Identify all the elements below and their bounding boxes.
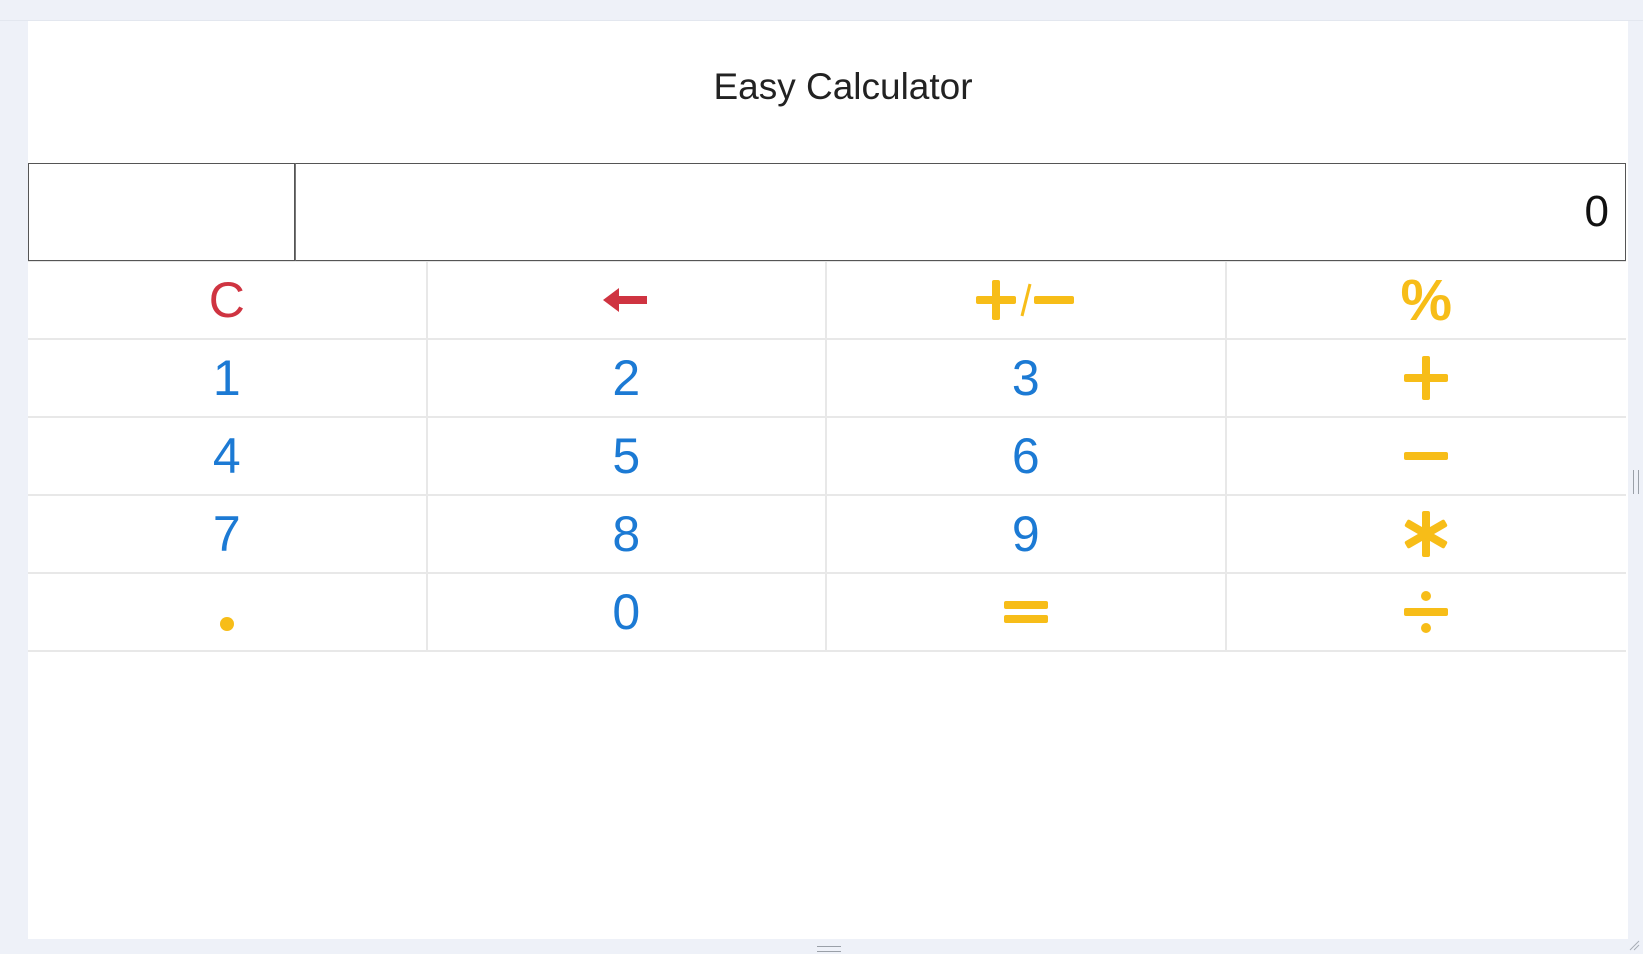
digit-7-button[interactable]: 7 bbox=[28, 496, 428, 574]
digit-4-button[interactable]: 4 bbox=[28, 418, 428, 496]
keypad: C % 1 2 3 4 5 6 7 8 9 0 bbox=[28, 261, 1626, 652]
digit-label: 0 bbox=[612, 584, 641, 640]
resize-handle-bottom[interactable] bbox=[817, 946, 841, 952]
result-display: 0 bbox=[295, 163, 1626, 261]
digit-label: 6 bbox=[1011, 428, 1040, 484]
digit-3-button[interactable]: 3 bbox=[827, 340, 1227, 418]
digit-label: 1 bbox=[212, 350, 241, 406]
plus-minus-button[interactable] bbox=[827, 262, 1227, 340]
clear-label: C bbox=[208, 272, 245, 328]
asterisk-icon bbox=[1405, 511, 1448, 557]
window-top-strip bbox=[0, 0, 1643, 21]
digit-5-button[interactable]: 5 bbox=[427, 418, 827, 496]
digit-label: 8 bbox=[612, 506, 641, 562]
display-row: 0 bbox=[28, 163, 1626, 261]
digit-label: 2 bbox=[612, 350, 641, 406]
digit-6-button[interactable]: 6 bbox=[827, 418, 1227, 496]
backspace-button[interactable] bbox=[427, 262, 827, 340]
history-display bbox=[28, 163, 295, 261]
divide-button[interactable] bbox=[1226, 574, 1626, 652]
digit-label: 4 bbox=[212, 428, 241, 484]
percent-label: % bbox=[1400, 267, 1453, 333]
divide-icon bbox=[1404, 591, 1449, 633]
digit-label: 3 bbox=[1011, 350, 1040, 406]
percent-button[interactable]: % bbox=[1226, 262, 1626, 340]
digit-8-button[interactable]: 8 bbox=[427, 496, 827, 574]
minus-icon bbox=[1404, 452, 1449, 460]
plus-icon bbox=[1404, 356, 1449, 400]
resize-handle-right[interactable] bbox=[1633, 470, 1639, 494]
decimal-button[interactable] bbox=[28, 574, 428, 652]
subtract-button[interactable] bbox=[1226, 418, 1626, 496]
multiply-button[interactable] bbox=[1226, 496, 1626, 574]
arrow-left-icon bbox=[603, 288, 648, 312]
clear-button[interactable]: C bbox=[28, 262, 428, 340]
add-button[interactable] bbox=[1226, 340, 1626, 418]
digit-2-button[interactable]: 2 bbox=[427, 340, 827, 418]
app-title: Easy Calculator bbox=[713, 66, 973, 107]
digit-label: 9 bbox=[1011, 506, 1040, 562]
plus-minus-icon bbox=[975, 280, 1074, 320]
equals-icon bbox=[1003, 601, 1048, 623]
digit-0-button[interactable]: 0 bbox=[427, 574, 827, 652]
digit-1-button[interactable]: 1 bbox=[28, 340, 428, 418]
digit-label: 5 bbox=[612, 428, 641, 484]
digit-9-button[interactable]: 9 bbox=[827, 496, 1227, 574]
digit-label: 7 bbox=[212, 506, 241, 562]
dot-icon bbox=[219, 617, 234, 631]
equals-button[interactable] bbox=[827, 574, 1227, 652]
resize-grip-icon[interactable] bbox=[1628, 939, 1640, 951]
